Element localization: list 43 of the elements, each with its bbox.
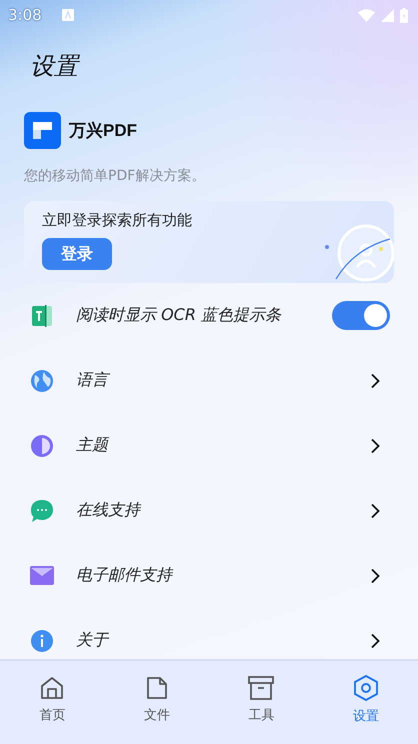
nav-tab[interactable]: 工具 [209,661,314,744]
envelope-icon [30,566,54,586]
globe-icon [30,368,54,392]
file-icon [144,676,169,700]
nav-tab[interactable]: 文件 [104,661,209,744]
page-title: 设置 [30,51,81,82]
setting-label: 阅读时显示 OCR 蓝色提示条 [76,305,282,326]
text-card-icon [30,304,54,328]
login-prompt: 立即登录探索所有功能 [42,211,192,230]
chevron-right-icon [370,568,380,584]
chat-bubble-icon [30,498,54,522]
setting-label: 语言 [76,370,370,391]
setting-label: 关于 [76,630,110,651]
app-name: 万兴PDF [69,120,137,142]
chevron-right-icon [370,502,380,518]
settings-icon [354,674,378,700]
settings-item[interactable]: 关于 [24,608,394,659]
nav-tab[interactable]: 设置 [314,661,418,744]
chevron-right-icon [370,632,380,648]
ocr-toggle[interactable] [332,301,390,330]
settings-item[interactable]: 电子邮件支持 [24,543,394,608]
notification-icon [62,9,74,21]
home-icon [40,676,64,700]
battery-icon [400,8,408,22]
settings-item[interactable]: 在线支持 [24,478,394,543]
settings-item[interactable]: 语言 [24,348,394,413]
settings-item[interactable]: 主题 [24,413,394,478]
wifi-icon [358,8,375,22]
status-time: 3:08 [8,6,42,24]
nav-tab[interactable]: 首页 [0,661,104,744]
setting-label: 主题 [76,435,110,456]
chevron-right-icon [370,438,380,454]
setting-label: 电子邮件支持 [76,565,174,586]
app-tagline: 您的移动简单PDF解决方案。 [24,167,206,185]
chevron-right-icon [370,372,380,388]
login-button[interactable]: 登录 [42,238,112,270]
signal-icon [381,8,394,22]
info-icon [30,628,54,652]
setting-label: 在线支持 [76,500,142,521]
toggle-row[interactable]: 阅读时显示 OCR 蓝色提示条 [24,283,394,348]
half-circle-icon [30,434,54,458]
app-logo-icon [24,112,61,149]
archive-box-icon [248,676,274,700]
